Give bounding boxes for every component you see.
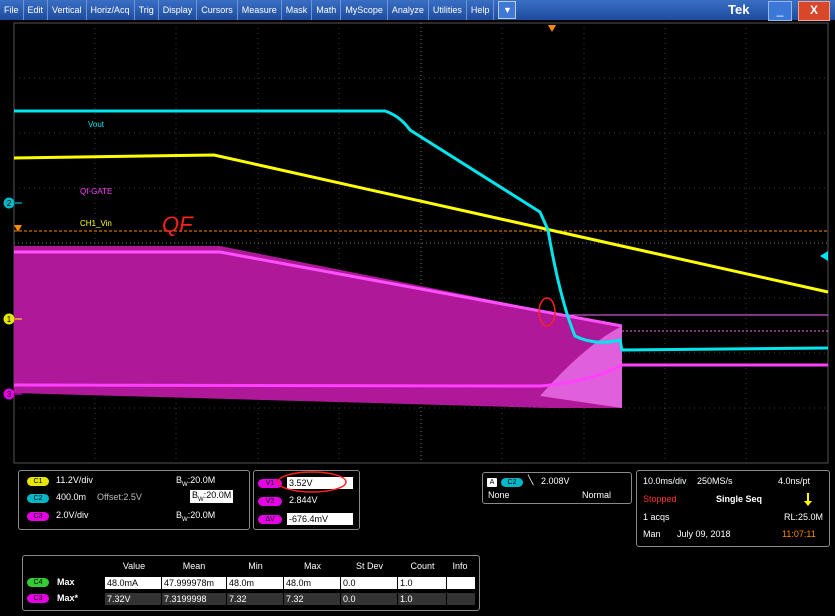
ch2-scale[interactable]: 400.0m xyxy=(56,492,86,502)
ch3-scale[interactable]: 2.0V/div xyxy=(56,510,89,520)
header-max: Max xyxy=(303,561,321,571)
row2-name: Max* xyxy=(57,593,79,603)
row2-info xyxy=(447,593,475,605)
row1-stdev: 0.0 xyxy=(341,577,397,589)
row1-mean: 47.999978m xyxy=(162,577,226,589)
trigger-type: Normal xyxy=(582,490,612,500)
sample-rate: 250MS/s xyxy=(697,476,733,486)
menu-edit[interactable]: Edit xyxy=(24,0,49,20)
row2-min: 7.32 xyxy=(227,593,283,605)
header-value: Value xyxy=(122,561,146,571)
menu-analyze[interactable]: Analyze xyxy=(388,0,429,20)
chevron-down-icon[interactable]: ▼ xyxy=(498,1,517,19)
resolution: 4.0ns/pt xyxy=(778,476,811,486)
acq-status: Stopped xyxy=(643,494,677,504)
row1-badge[interactable]: C4 xyxy=(27,578,49,587)
menu-myscope[interactable]: MyScope xyxy=(341,0,388,20)
menu-measure[interactable]: Measure xyxy=(238,0,282,20)
ch1-bandwidth[interactable]: BW:20.0M xyxy=(176,475,215,488)
header-mean: Mean xyxy=(182,561,206,571)
menu-file[interactable]: File xyxy=(0,0,24,20)
row1-value: 48.0mA xyxy=(105,577,161,589)
cursor-v2-badge[interactable]: V2 xyxy=(258,497,282,506)
menu-trig[interactable]: Trig xyxy=(135,0,159,20)
ch1-vin-label: CH1_Vin xyxy=(80,219,112,228)
trigger-slope-icon: ╲ xyxy=(528,475,534,485)
row2-mean: 7.3199998 xyxy=(162,593,226,605)
ch2-offset[interactable]: Offset:2.5V xyxy=(97,492,142,502)
ch2-bandwidth[interactable]: BW:20.0M xyxy=(190,490,234,503)
acq-time: 11:07:11 xyxy=(782,529,816,539)
single-seq-icon xyxy=(804,493,812,506)
row2-max: 7.32 xyxy=(284,593,340,605)
menu-display[interactable]: Display xyxy=(159,0,198,20)
menu-horiz-acq[interactable]: Horiz/Acq xyxy=(87,0,135,20)
header-info: Info xyxy=(452,561,468,571)
menu-mask[interactable]: Mask xyxy=(282,0,313,20)
row1-info xyxy=(447,577,475,589)
row2-count: 1.0 xyxy=(398,593,446,605)
ch2-marker-label: 2 xyxy=(7,199,12,208)
qf-gate-label: Qf-GATE xyxy=(80,187,112,196)
acq-mode: Man xyxy=(643,529,661,539)
row2-stdev: 0.0 xyxy=(341,593,397,605)
timebase: 10.0ms/div xyxy=(643,476,687,486)
ch1-scale[interactable]: 11.2V/div xyxy=(56,475,93,485)
acq-date: July 09, 2018 xyxy=(677,529,731,539)
cursor-delta-value[interactable]: -676.4mV xyxy=(287,513,353,525)
ch3-bandwidth[interactable]: BW:20.0M xyxy=(176,510,215,523)
close-button[interactable]: X xyxy=(798,1,830,21)
trigger-level: 2.008V xyxy=(541,476,570,486)
menu-utilities[interactable]: Utilities xyxy=(429,0,467,20)
cursor-annotation-ellipse xyxy=(277,471,347,493)
qf-annotation: QF xyxy=(162,212,194,237)
trigger-mode-badge: A xyxy=(487,478,497,487)
cursor-delta-badge[interactable]: ΔV xyxy=(258,515,282,524)
record-length: RL:25.0M xyxy=(784,512,824,522)
menu-bar: File Edit Vertical Horiz/Acq Trig Displa… xyxy=(0,0,835,20)
cursor-v2-value[interactable]: 2.844V xyxy=(289,495,318,505)
acq-count: 1 acqs xyxy=(643,512,670,522)
row1-min: 48.0m xyxy=(227,577,283,589)
vout-label: Vout xyxy=(88,120,105,129)
menu-vertical[interactable]: Vertical xyxy=(48,0,87,20)
row1-max: 48.0m xyxy=(284,577,340,589)
trigger-coupling: None xyxy=(488,490,510,500)
minimize-button[interactable]: _ xyxy=(768,1,792,21)
row2-value: 7.32V xyxy=(105,593,161,605)
ch1-badge[interactable]: C1 xyxy=(27,477,49,486)
waveform-display[interactable]: Vout Qf-GATE CH1_Vin QF 2 1 3 xyxy=(0,20,835,465)
menu-help[interactable]: Help xyxy=(467,0,495,20)
ch1-marker-label: 1 xyxy=(7,315,12,324)
ch2-badge[interactable]: C2 xyxy=(27,494,49,503)
row2-badge[interactable]: C3 xyxy=(27,594,49,603)
trigger-source-badge: C2 xyxy=(501,478,523,487)
row1-count: 1.0 xyxy=(398,577,446,589)
row1-name: Max xyxy=(57,577,75,587)
ch3-badge[interactable]: C3 xyxy=(27,512,49,521)
header-stdev: St Dev xyxy=(355,561,383,571)
header-count: Count xyxy=(410,561,435,571)
ch3-marker-label: 3 xyxy=(7,390,12,399)
menu-math[interactable]: Math xyxy=(312,0,342,20)
acq-sequence: Single Seq xyxy=(716,494,763,504)
menu-cursors[interactable]: Cursors xyxy=(197,0,238,20)
brand-logo: Tek xyxy=(728,2,750,17)
header-min: Min xyxy=(248,561,263,571)
